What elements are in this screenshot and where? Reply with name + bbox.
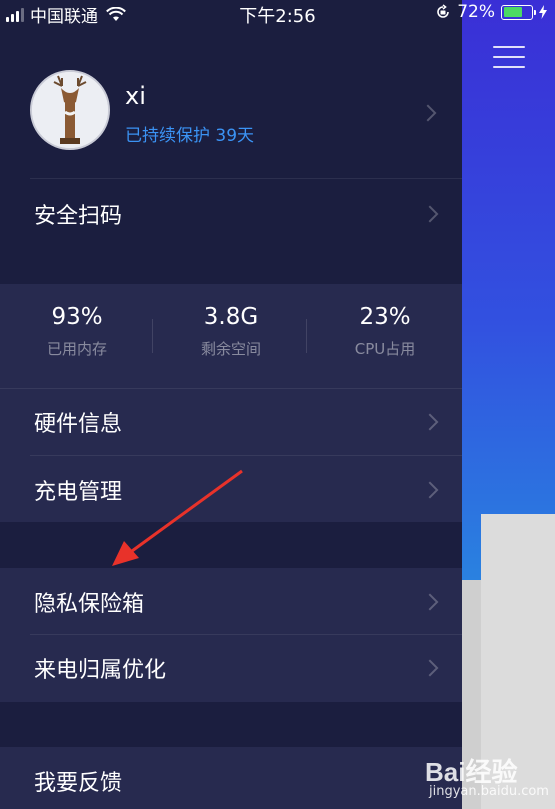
watermark-url: jingyan.baidu.com bbox=[429, 784, 549, 799]
chevron-right-icon bbox=[421, 593, 439, 611]
menu-item-label: 安全扫码 bbox=[34, 204, 123, 229]
chevron-right-icon bbox=[421, 205, 439, 223]
protection-days: 已持续保护 39天 bbox=[125, 126, 255, 146]
avatar[interactable] bbox=[30, 70, 110, 150]
battery-percent: 72% bbox=[457, 2, 495, 22]
profile-row[interactable]: xi 已持续保护 39天 bbox=[0, 60, 462, 178]
menu-item-vault[interactable]: 隐私保险箱 bbox=[0, 568, 462, 634]
divider bbox=[30, 178, 462, 179]
menu-item-label: 来电归属优化 bbox=[34, 658, 167, 683]
chevron-right-icon bbox=[421, 481, 439, 499]
menu-item-hardware[interactable]: 硬件信息 bbox=[0, 389, 462, 455]
divider bbox=[306, 319, 307, 353]
menu-item-label: 隐私保险箱 bbox=[34, 592, 145, 617]
chevron-right-icon bbox=[421, 413, 439, 431]
username: xi bbox=[125, 82, 146, 110]
baidu-jingyan-watermark: Bai经验 jingyan.baidu.com bbox=[425, 748, 555, 804]
divider bbox=[152, 319, 153, 353]
deer-avatar-icon bbox=[32, 72, 108, 148]
status-bar: 中国联通 下午2:56 72% bbox=[0, 0, 555, 27]
menu-item-feedback[interactable]: 我要反馈 bbox=[0, 747, 462, 809]
stat-memory[interactable]: 93% 已用内存 bbox=[0, 304, 154, 359]
charging-icon bbox=[539, 5, 547, 19]
menu-item-label: 充电管理 bbox=[34, 480, 123, 505]
chevron-right-icon bbox=[421, 659, 439, 677]
stat-label: 已用内存 bbox=[46, 340, 107, 358]
chevron-right-icon bbox=[419, 104, 437, 122]
stat-value: 93% bbox=[51, 304, 103, 330]
side-drawer: xi 已持续保护 39天 安全扫码 93% 已用内存 3.8G 剩余空间 23%… bbox=[0, 0, 462, 809]
stat-label: CPU占用 bbox=[354, 340, 416, 358]
stat-cpu[interactable]: 23% CPU占用 bbox=[308, 304, 462, 359]
device-stats: 93% 已用内存 3.8G 剩余空间 23% CPU占用 bbox=[0, 284, 462, 388]
menu-item-label: 硬件信息 bbox=[34, 412, 123, 437]
stat-value: 3.8G bbox=[203, 304, 259, 330]
orientation-lock-icon bbox=[437, 4, 450, 18]
menu-item-label: 我要反馈 bbox=[34, 771, 123, 796]
menu-item-scan[interactable]: 安全扫码 bbox=[0, 180, 462, 246]
menu-item-charging[interactable]: 充电管理 bbox=[0, 456, 462, 522]
battery-icon bbox=[501, 4, 536, 20]
stat-value: 23% bbox=[359, 304, 411, 330]
menu-item-caller-location[interactable]: 来电归属优化 bbox=[0, 635, 462, 701]
stat-label: 剩余空间 bbox=[200, 340, 261, 358]
hamburger-icon[interactable] bbox=[493, 46, 525, 68]
stat-storage[interactable]: 3.8G 剩余空间 bbox=[154, 304, 308, 359]
